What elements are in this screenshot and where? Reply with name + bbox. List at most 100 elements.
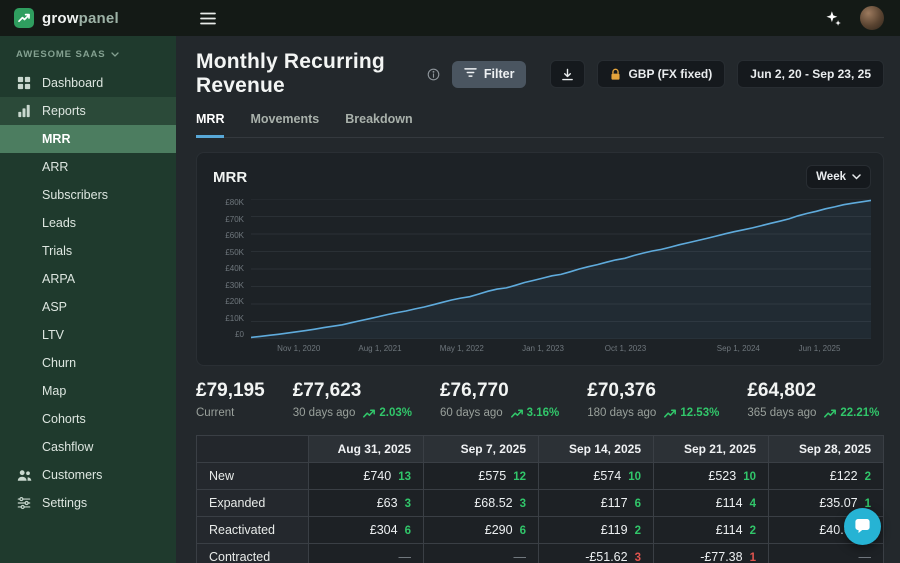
sidebar-item-dashboard[interactable]: Dashboard: [0, 69, 176, 97]
table-cell: £1192: [539, 517, 654, 544]
x-axis-tick: Nov 1, 2020: [277, 344, 320, 353]
period-dropdown[interactable]: Week: [806, 165, 871, 189]
stat-30-days: £77,623 30 days ago 2.03%: [293, 380, 412, 419]
x-axis-tick: Oct 1, 2023: [605, 344, 646, 353]
row-label: Reactivated: [197, 517, 309, 544]
table-cell: £74013: [309, 463, 424, 490]
table-cell: -£51.623: [539, 544, 654, 563]
main-content: Monthly Recurring Revenue Filter GBP (FX…: [176, 36, 900, 563]
y-axis-tick: £80K: [225, 199, 244, 207]
sidebar-item-label: Dashboard: [42, 76, 103, 90]
x-axis-tick: Sep 1, 2024: [717, 344, 760, 353]
y-axis-tick: £10K: [225, 315, 244, 323]
info-icon[interactable]: [427, 68, 440, 81]
currency-button[interactable]: GBP (FX fixed): [597, 60, 725, 88]
filter-button[interactable]: Filter: [452, 61, 527, 88]
sidebar-item-reports[interactable]: Reports: [0, 97, 176, 125]
sidebar-item-map[interactable]: Map: [0, 377, 176, 405]
x-axis-tick: Jan 1, 2023: [522, 344, 564, 353]
table-cell: £2906: [424, 517, 539, 544]
stat-365-days: £64,802 365 days ago 22.21%: [747, 380, 879, 419]
chart-y-axis: £80K£70K£60K£50K£40K£30K£20K£10K£0: [213, 199, 251, 339]
app-root: growpanel AWESOME SAAS Dashboard: [0, 0, 900, 563]
y-axis-tick: £70K: [225, 216, 244, 224]
y-axis-tick: £50K: [225, 249, 244, 257]
row-label: Contracted: [197, 544, 309, 563]
trend-up-icon: [824, 409, 836, 418]
stat-label: 30 days ago: [293, 407, 356, 419]
avatar[interactable]: [860, 6, 884, 30]
stat-60-days: £76,770 60 days ago 3.16%: [440, 380, 559, 419]
table-cell: £57512: [424, 463, 539, 490]
tab-movements[interactable]: Movements: [250, 112, 319, 137]
chart-card-header: MRR Week: [213, 165, 871, 189]
topbar: growpanel: [0, 0, 900, 36]
stat-change: 2.03%: [363, 407, 412, 419]
sidebar-item-leads[interactable]: Leads: [0, 209, 176, 237]
stat-value: £76,770: [440, 380, 559, 402]
x-axis-tick: Jun 1, 2025: [799, 344, 841, 353]
column-header: Sep 7, 2025: [424, 436, 539, 463]
sidebar-item-customers[interactable]: Customers: [0, 461, 176, 489]
sidebar-item-mrr[interactable]: MRR: [0, 125, 176, 153]
workspace-switcher[interactable]: AWESOME SAAS: [0, 36, 176, 69]
period-label: Week: [816, 171, 846, 183]
date-range-button[interactable]: Jun 2, 20 - Sep 23, 25: [737, 60, 884, 88]
table-cell: -£77.381: [654, 544, 769, 563]
chevron-down-icon: [111, 52, 119, 57]
stat-current: £79,195 Current: [196, 380, 265, 419]
stat-value: £77,623: [293, 380, 412, 402]
table-row-new: New £74013 £57512 £57410 £52310 £1222: [197, 463, 884, 490]
sidebar-item-label: Customers: [42, 468, 102, 482]
table-cell: £1144: [654, 490, 769, 517]
report-tabs: MRR Movements Breakdown: [196, 112, 884, 138]
sidebar-item-ltv[interactable]: LTV: [0, 321, 176, 349]
sidebar-item-trials[interactable]: Trials: [0, 237, 176, 265]
stat-label: Current: [196, 407, 234, 419]
chart-x-axis: Nov 1, 2020Aug 1, 2021May 1, 2022Jan 1, …: [251, 344, 871, 357]
mrr-movements-table: Aug 31, 2025 Sep 7, 2025 Sep 14, 2025 Se…: [196, 435, 884, 563]
y-axis-tick: £60K: [225, 232, 244, 240]
chart-title: MRR: [213, 169, 247, 186]
table-row-reactivated: Reactivated £3046 £2906 £1192 £1142 £40.…: [197, 517, 884, 544]
sidebar: AWESOME SAAS Dashboard Reports MRR ARR S…: [0, 36, 176, 563]
logo-icon: [14, 8, 34, 28]
column-header: Sep 28, 2025: [769, 436, 884, 463]
trend-up-icon: [363, 409, 375, 418]
sidebar-item-label: Reports: [42, 104, 86, 118]
table-cell: £1222: [769, 463, 884, 490]
menu-icon[interactable]: [196, 8, 220, 29]
mrr-line-chart: [251, 199, 871, 339]
tab-mrr[interactable]: MRR: [196, 112, 224, 138]
sidebar-item-asp[interactable]: ASP: [0, 293, 176, 321]
workspace-name: AWESOME SAAS: [16, 49, 105, 60]
column-header: Sep 14, 2025: [539, 436, 654, 463]
topbar-actions: [823, 6, 900, 30]
sparkle-icon[interactable]: [823, 8, 844, 29]
sidebar-item-settings[interactable]: Settings: [0, 489, 176, 517]
sidebar-item-arpa[interactable]: ARPA: [0, 265, 176, 293]
sidebar-nav: Dashboard Reports MRR ARR Subscribers Le…: [0, 69, 176, 517]
stat-value: £64,802: [747, 380, 879, 402]
filter-label: Filter: [484, 67, 515, 81]
trend-up-icon: [664, 409, 676, 418]
trend-up-icon: [511, 409, 523, 418]
bar-chart-icon: [16, 103, 32, 119]
table-row-contracted: Contracted — — -£51.623 -£77.381 —: [197, 544, 884, 563]
date-range-label: Jun 2, 20 - Sep 23, 25: [750, 67, 871, 81]
download-button[interactable]: [550, 60, 585, 88]
table-cell: £3046: [309, 517, 424, 544]
sidebar-item-arr[interactable]: ARR: [0, 153, 176, 181]
stat-change: 12.53%: [664, 407, 719, 419]
logo-text: growpanel: [42, 10, 119, 27]
y-axis-tick: £0: [235, 331, 244, 339]
dashboard-icon: [16, 75, 32, 91]
sidebar-item-cohorts[interactable]: Cohorts: [0, 405, 176, 433]
tab-breakdown[interactable]: Breakdown: [345, 112, 412, 137]
sidebar-item-subscribers[interactable]: Subscribers: [0, 181, 176, 209]
sidebar-item-cashflow[interactable]: Cashflow: [0, 433, 176, 461]
sidebar-item-churn[interactable]: Churn: [0, 349, 176, 377]
logo: growpanel: [0, 8, 176, 28]
stat-change: 22.21%: [824, 407, 879, 419]
chat-bubble-button[interactable]: [844, 508, 881, 545]
